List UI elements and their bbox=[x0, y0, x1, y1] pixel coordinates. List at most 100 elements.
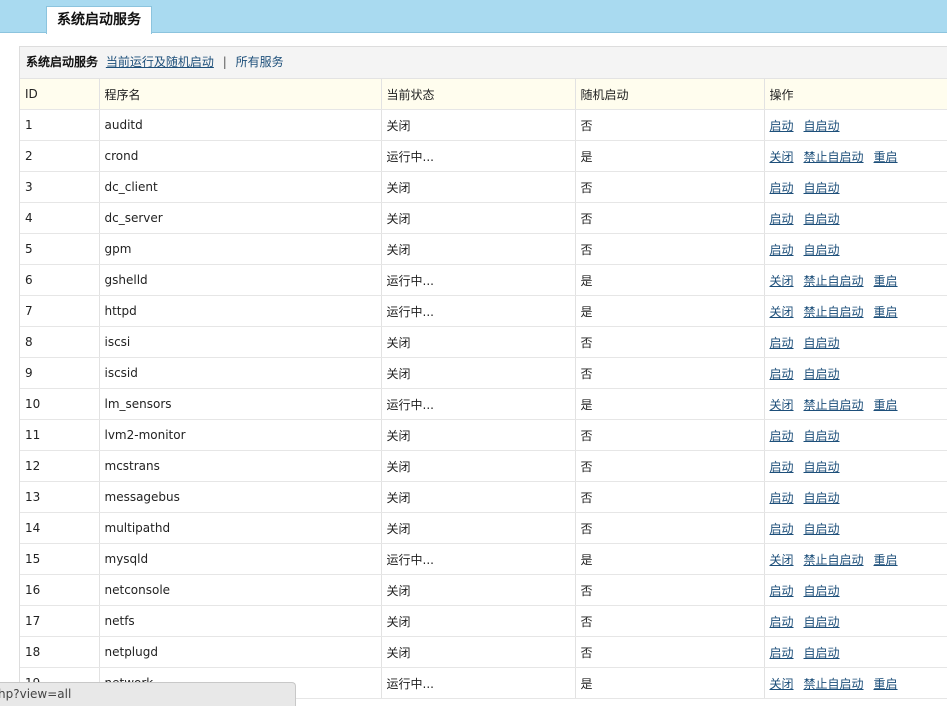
start-link[interactable]: 启动 bbox=[770, 243, 794, 257]
start-link[interactable]: 启动 bbox=[770, 491, 794, 505]
top-banner: 系统启动服务 bbox=[0, 0, 947, 34]
disable-autostart-link[interactable]: 禁止自启动 bbox=[804, 274, 864, 288]
cell-actions: 启动 自启动 bbox=[764, 357, 947, 389]
cell-name: netfs bbox=[99, 605, 382, 637]
cell-autostart: 是 bbox=[575, 388, 765, 420]
start-link[interactable]: 启动 bbox=[770, 429, 794, 443]
table-row: 17 netfs 关闭否启动 自启动 bbox=[20, 605, 947, 637]
cell-name: lvm2-monitor bbox=[99, 419, 382, 451]
start-link[interactable]: 启动 bbox=[770, 212, 794, 226]
cell-autostart: 否 bbox=[575, 233, 765, 265]
enable-autostart-link[interactable]: 自启动 bbox=[804, 522, 840, 536]
cell-name: lm_sensors bbox=[99, 388, 382, 420]
enable-autostart-link[interactable]: 自启动 bbox=[804, 615, 840, 629]
cell-actions: 启动 自启动 bbox=[764, 574, 947, 606]
start-link[interactable]: 启动 bbox=[770, 367, 794, 381]
start-link[interactable]: 启动 bbox=[770, 646, 794, 660]
enable-autostart-link[interactable]: 自启动 bbox=[804, 212, 840, 226]
cell-autostart: 否 bbox=[575, 171, 765, 203]
cell-autostart: 否 bbox=[575, 481, 765, 513]
start-link[interactable]: 启动 bbox=[770, 119, 794, 133]
running-services-link[interactable]: 当前运行及随机启动 bbox=[106, 55, 214, 69]
cell-actions: 启动 自启动 bbox=[764, 636, 947, 668]
cell-actions: 启动 自启动 bbox=[764, 109, 947, 141]
cell-id: 13 bbox=[20, 481, 100, 513]
restart-link[interactable]: 重启 bbox=[874, 398, 898, 412]
cell-name: httpd bbox=[99, 295, 382, 327]
cell-autostart: 否 bbox=[575, 326, 765, 358]
cell-id: 17 bbox=[20, 605, 100, 637]
cell-id: 18 bbox=[20, 636, 100, 668]
table-row: 12 mcstrans 关闭否启动 自启动 bbox=[20, 450, 947, 482]
services-table: ID 程序名 当前状态 随机启动 操作 1 auditd 关闭否启动 自启动 2 cron… bbox=[20, 79, 947, 699]
restart-link[interactable]: 重启 bbox=[874, 553, 898, 567]
restart-link[interactable]: 重启 bbox=[874, 305, 898, 319]
table-row: 10 lm_sensors 运行中... 是关闭 禁止自启动 重启 bbox=[20, 388, 947, 420]
disable-autostart-link[interactable]: 禁止自启动 bbox=[804, 150, 864, 164]
start-link[interactable]: 启动 bbox=[770, 181, 794, 195]
cell-actions: 启动 自启动 bbox=[764, 202, 947, 234]
cell-status: 关闭 bbox=[381, 419, 576, 451]
cell-id: 12 bbox=[20, 450, 100, 482]
enable-autostart-link[interactable]: 自启动 bbox=[804, 181, 840, 195]
disable-autostart-link[interactable]: 禁止自启动 bbox=[804, 398, 864, 412]
enable-autostart-link[interactable]: 自启动 bbox=[804, 646, 840, 660]
stop-link[interactable]: 关闭 bbox=[770, 150, 794, 164]
cell-actions: 启动 自启动 bbox=[764, 450, 947, 482]
enable-autostart-link[interactable]: 自启动 bbox=[804, 584, 840, 598]
all-services-link[interactable]: 所有服务 bbox=[236, 55, 284, 69]
cell-status: 运行中... bbox=[381, 140, 576, 172]
cell-id: 5 bbox=[20, 233, 100, 265]
cell-name: netplugd bbox=[99, 636, 382, 668]
cell-status: 关闭 bbox=[381, 109, 576, 141]
table-header-row: ID 程序名 当前状态 随机启动 操作 bbox=[20, 79, 947, 110]
cell-autostart: 否 bbox=[575, 109, 765, 141]
stop-link[interactable]: 关闭 bbox=[770, 677, 794, 691]
cell-autostart: 否 bbox=[575, 605, 765, 637]
cell-id: 6 bbox=[20, 264, 100, 296]
cell-autostart: 是 bbox=[575, 140, 765, 172]
cell-status: 关闭 bbox=[381, 512, 576, 544]
cell-actions: 关闭 禁止自启动 重启 bbox=[764, 543, 947, 575]
stop-link[interactable]: 关闭 bbox=[770, 553, 794, 567]
restart-link[interactable]: 重启 bbox=[874, 150, 898, 164]
cell-status: 关闭 bbox=[381, 636, 576, 668]
disable-autostart-link[interactable]: 禁止自启动 bbox=[804, 677, 864, 691]
start-link[interactable]: 启动 bbox=[770, 522, 794, 536]
start-link[interactable]: 启动 bbox=[770, 584, 794, 598]
cell-status: 关闭 bbox=[381, 450, 576, 482]
cell-status: 关闭 bbox=[381, 605, 576, 637]
disable-autostart-link[interactable]: 禁止自启动 bbox=[804, 305, 864, 319]
table-row: 2 crond 运行中... 是关闭 禁止自启动 重启 bbox=[20, 140, 947, 172]
start-link[interactable]: 启动 bbox=[770, 460, 794, 474]
enable-autostart-link[interactable]: 自启动 bbox=[804, 336, 840, 350]
enable-autostart-link[interactable]: 自启动 bbox=[804, 460, 840, 474]
start-link[interactable]: 启动 bbox=[770, 336, 794, 350]
start-link[interactable]: 启动 bbox=[770, 615, 794, 629]
table-row: 16 netconsole 关闭否启动 自启动 bbox=[20, 574, 947, 606]
cell-status: 运行中... bbox=[381, 667, 576, 699]
enable-autostart-link[interactable]: 自启动 bbox=[804, 243, 840, 257]
cell-status: 关闭 bbox=[381, 202, 576, 234]
enable-autostart-link[interactable]: 自启动 bbox=[804, 429, 840, 443]
table-row: 1 auditd 关闭否启动 自启动 bbox=[20, 109, 947, 141]
cell-status: 关闭 bbox=[381, 481, 576, 513]
enable-autostart-link[interactable]: 自启动 bbox=[804, 367, 840, 381]
cell-autostart: 否 bbox=[575, 574, 765, 606]
stop-link[interactable]: 关闭 bbox=[770, 305, 794, 319]
cell-actions: 启动 自启动 bbox=[764, 233, 947, 265]
disable-autostart-link[interactable]: 禁止自启动 bbox=[804, 553, 864, 567]
stop-link[interactable]: 关闭 bbox=[770, 274, 794, 288]
cell-name: dc_client bbox=[99, 171, 382, 203]
cell-status: 关闭 bbox=[381, 574, 576, 606]
restart-link[interactable]: 重启 bbox=[874, 677, 898, 691]
page-title-tab[interactable]: 系统启动服务 bbox=[46, 6, 152, 34]
cell-id: 10 bbox=[20, 388, 100, 420]
cell-actions: 关闭 禁止自启动 重启 bbox=[764, 264, 947, 296]
restart-link[interactable]: 重启 bbox=[874, 274, 898, 288]
stop-link[interactable]: 关闭 bbox=[770, 398, 794, 412]
table-row: 8 iscsi 关闭否启动 自启动 bbox=[20, 326, 947, 358]
enable-autostart-link[interactable]: 自启动 bbox=[804, 491, 840, 505]
cell-actions: 启动 自启动 bbox=[764, 326, 947, 358]
enable-autostart-link[interactable]: 自启动 bbox=[804, 119, 840, 133]
